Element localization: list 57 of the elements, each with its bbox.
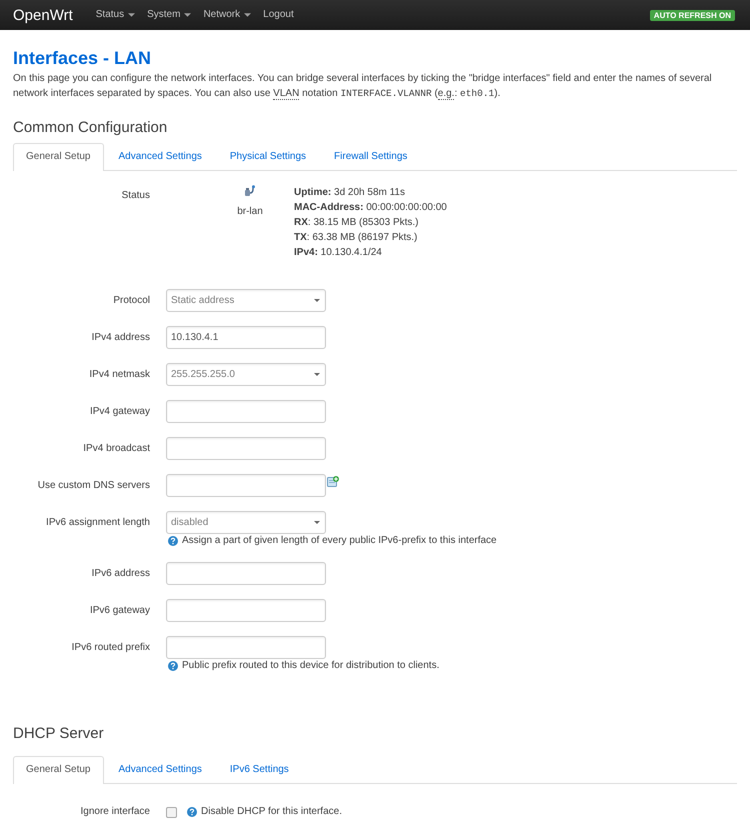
page-title: Interfaces - LAN — [13, 47, 152, 70]
field-label: IPv6 assignment length — [46, 516, 150, 530]
field-label: Ignore interface — [80, 805, 150, 819]
input-field[interactable] — [166, 636, 326, 659]
field-label: IPv4 netmask — [89, 368, 150, 382]
field-label: IPv6 routed prefix — [72, 641, 150, 655]
tab[interactable]: Advanced Settings — [106, 143, 215, 171]
menu-link[interactable]: Network — [197, 0, 258, 30]
add-icon[interactable] — [327, 476, 339, 488]
select-field[interactable]: Static address — [166, 289, 326, 312]
field-label: Protocol — [113, 294, 150, 308]
help-icon — [168, 536, 178, 546]
menu-link[interactable]: Status — [90, 0, 142, 30]
tab[interactable]: Firewall Settings — [321, 143, 420, 171]
field-label: IPv4 gateway — [90, 405, 150, 419]
brand-link[interactable]: OpenWrt — [13, 6, 73, 24]
status-line: MAC-Address: 00:00:00:00:00:00 — [294, 201, 447, 215]
caret-icon — [314, 299, 320, 302]
input-field[interactable] — [166, 474, 326, 497]
hint-text: Public prefix routed to this device for distribution to clients. — [182, 659, 440, 673]
input-field[interactable] — [166, 400, 326, 423]
input-field[interactable] — [166, 599, 326, 622]
menu-link[interactable]: System — [141, 0, 198, 30]
auto-refresh-toggle[interactable]: AUTO REFRESH ON — [650, 10, 735, 20]
hint-text: Assign a part of given length of every public IPv6-prefix to this interface — [182, 534, 497, 548]
input-field[interactable]: 10.130.4.1 — [166, 326, 326, 349]
caret-icon — [314, 373, 320, 376]
field-label: IPv4 address — [92, 331, 150, 345]
field-label: Use custom DNS servers — [38, 479, 150, 493]
status-line: Uptime: 3d 20h 58m 11s — [294, 186, 405, 200]
tab[interactable]: General Setup — [13, 756, 104, 784]
tab[interactable]: IPv6 Settings — [216, 756, 302, 784]
field-label: IPv6 address — [92, 567, 150, 581]
tab[interactable]: General Setup — [13, 143, 104, 171]
caret-icon — [314, 521, 320, 524]
status-line: IPv4: 10.130.4.1/24 — [294, 246, 382, 260]
input-field[interactable] — [166, 562, 326, 585]
page-description: On this page you can configure the network interfaces. You can bridge several interfaces by ticking the "bridge interfaces" field and enter the names of several network interfaces separated by spaces. You can also use VLAN notation INTERFACE.VLANNR (e.g.: eth0.1). — [13, 72, 713, 101]
menu-link[interactable]: Logout — [257, 0, 300, 30]
status-line: RX: 38.15 MB (85303 Pkts.) — [294, 216, 419, 230]
hint-text: Disable DHCP for this interface. — [201, 805, 342, 819]
select-field[interactable]: 255.255.255.0 — [166, 363, 326, 386]
section-heading: DHCP Server — [13, 724, 105, 744]
tab[interactable]: Physical Settings — [216, 143, 320, 171]
checkbox[interactable] — [166, 806, 177, 818]
section-heading: Common Configuration — [13, 118, 168, 138]
status-line: TX: 63.38 MB (86197 Pkts.) — [294, 231, 418, 245]
select-field[interactable]: disabled — [166, 511, 326, 534]
input-field[interactable] — [166, 437, 326, 460]
field-label: Status — [122, 189, 150, 203]
field-label: IPv6 gateway — [90, 604, 150, 618]
help-icon — [168, 661, 178, 671]
tab[interactable]: Advanced Settings — [106, 756, 215, 784]
help-icon — [187, 807, 197, 817]
field-label: IPv4 broadcast — [83, 442, 150, 456]
device-name: br-lan — [237, 205, 263, 219]
plug-icon — [244, 185, 256, 197]
